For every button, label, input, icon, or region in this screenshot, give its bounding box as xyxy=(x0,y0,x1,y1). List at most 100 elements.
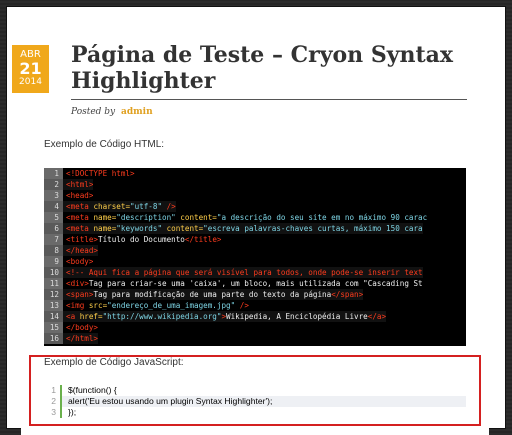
line-number: 12 xyxy=(44,289,63,300)
line-number: 16 xyxy=(44,333,63,344)
code-token: "endereço_de_uma_imagem.jpg" xyxy=(107,301,236,310)
code-text: <html> xyxy=(63,179,94,190)
posted-by-label: Posted by xyxy=(71,107,116,117)
code-token: /> xyxy=(235,301,249,310)
code-line: 12 <span>Tag para modificação de uma part… xyxy=(44,289,466,300)
code-token: "description" xyxy=(116,213,176,222)
code-token: </body> xyxy=(66,323,99,332)
code-token: <meta xyxy=(66,202,94,211)
code-token: content= xyxy=(175,213,217,222)
code-token: Tag para criar-se uma 'caixa', um bloco,… xyxy=(88,279,423,288)
code-text: <meta charset="utf-8" /> xyxy=(63,201,176,212)
code-text: <div>Tag para criar-se uma 'caixa', um b… xyxy=(63,278,423,289)
line-number: 6 xyxy=(44,223,63,234)
code-line: 14 <a href="http://www.wikipedia.org">Wik… xyxy=(44,311,466,322)
js-code-block: 1 $(function() {2 alert('Eu estou usando u… xyxy=(44,385,466,421)
line-number: 3 xyxy=(44,407,62,418)
date-day: 21 xyxy=(19,59,42,78)
code-token: /> xyxy=(162,202,176,211)
post-meta: Posted by admin xyxy=(71,107,153,117)
js-code-text: }); xyxy=(68,407,77,417)
line-number: 7 xyxy=(44,234,63,245)
code-line: 10 <!-- Aqui fica a página que será visív… xyxy=(44,267,466,278)
code-line: 15 </body> xyxy=(44,322,466,333)
code-text: <img src="endereço_de_uma_imagem.jpg" /> xyxy=(63,300,249,311)
line-number: 1 xyxy=(44,168,63,179)
line-number: 2 xyxy=(44,396,62,407)
code-line: 9 <body> xyxy=(44,256,466,267)
title-divider xyxy=(71,99,467,100)
date-badge: ABR 21 2014 xyxy=(12,45,49,93)
code-token: "http://www.wikipedia.org" xyxy=(102,312,222,321)
code-token: <img xyxy=(66,301,89,310)
code-token: Wikipedia, A Enciclopédia Livre xyxy=(226,312,368,321)
code-token: <a xyxy=(66,312,80,321)
code-token: "keywords" xyxy=(116,224,163,233)
js-code-line: 2 alert('Eu estou usando um plugin Syntax… xyxy=(44,396,466,407)
code-token: Tag para modificação de uma parte do tex… xyxy=(93,290,332,299)
code-text: </body> xyxy=(63,322,98,333)
code-line: 7 <title>Título do Documento</title> xyxy=(44,234,466,245)
code-line: 8 </head> xyxy=(44,245,466,256)
code-text: </head> xyxy=(63,245,99,256)
code-token: <!-- Aqui fica a página que será visível… xyxy=(66,268,423,277)
code-text: <!-- Aqui fica a página que será visível… xyxy=(63,267,423,278)
line-number: 1 xyxy=(44,385,62,396)
code-token: href= xyxy=(79,312,103,321)
post-title[interactable]: Página de Teste – Cryon Syntax Highlight… xyxy=(71,42,471,94)
code-token: "a descrição do seu site em no máximo 90… xyxy=(216,213,428,222)
code-text: <a href="http://www.wikipedia.org">Wikip… xyxy=(63,311,387,322)
line-number: 14 xyxy=(44,311,63,322)
code-line: 11 <div>Tag para criar-se uma 'caixa', um… xyxy=(44,278,466,289)
code-text: <body> xyxy=(63,256,93,267)
js-code-text: alert('Eu estou usando um plugin Syntax … xyxy=(62,396,466,407)
code-token: <span> xyxy=(66,290,94,299)
author-link[interactable]: admin xyxy=(121,107,153,117)
code-token: <head> xyxy=(66,191,94,200)
html-code-block: 1 <!DOCTYPE html> 2 <html> 3 <head> 4 <meta cha… xyxy=(44,168,466,346)
html-example-label: Exemplo de Código HTML: xyxy=(44,139,165,150)
code-text: <meta name="description" content="a desc… xyxy=(63,212,427,223)
code-line: 5 <meta name="description" content="a des… xyxy=(44,212,466,223)
code-token: name= xyxy=(93,213,117,222)
code-token: Título do Documento xyxy=(98,235,185,244)
code-token: </head> xyxy=(66,246,99,255)
line-number: 15 xyxy=(44,322,63,333)
code-line: 3 <head> xyxy=(44,190,466,201)
code-token: <div> xyxy=(66,279,89,288)
code-line: 4 <meta charset="utf-8" /> xyxy=(44,201,466,212)
code-text: <head> xyxy=(63,190,93,201)
code-token: <meta xyxy=(66,213,94,222)
js-code-text: $(function() { xyxy=(68,385,117,395)
code-token: <meta xyxy=(66,224,94,233)
js-example-label: Exemplo de Código JavaScript: xyxy=(44,357,184,368)
date-year: 2014 xyxy=(19,77,42,87)
code-token: <html> xyxy=(66,180,94,189)
line-number: 2 xyxy=(44,179,63,190)
line-number: 13 xyxy=(44,300,63,311)
line-number: 4 xyxy=(44,201,63,212)
code-line: 16 </html> xyxy=(44,333,466,344)
line-number: 5 xyxy=(44,212,63,223)
line-number: 10 xyxy=(44,267,63,278)
code-line: 1 <!DOCTYPE html> xyxy=(44,168,466,179)
code-text: <!DOCTYPE html> xyxy=(63,168,135,179)
code-token: </title> xyxy=(184,235,222,244)
code-token: name= xyxy=(93,224,117,233)
code-token: "utf-8" xyxy=(130,202,163,211)
code-line: 13 <img src="endereço_de_uma_imagem.jpg" … xyxy=(44,300,466,311)
line-number: 11 xyxy=(44,278,63,289)
code-token: <body> xyxy=(66,257,94,266)
code-token: content= xyxy=(162,224,204,233)
line-number: 8 xyxy=(44,245,63,256)
code-token: </html> xyxy=(66,334,99,343)
code-text: <span>Tag para modificação de uma parte … xyxy=(63,289,364,300)
line-number: 3 xyxy=(44,190,63,201)
code-token: </a> xyxy=(367,312,387,321)
code-token: <title> xyxy=(66,235,99,244)
line-number: 9 xyxy=(44,256,63,267)
js-code-line: 3}); xyxy=(44,407,466,418)
code-token: charset= xyxy=(93,202,131,211)
code-text: <meta name="keywords" content="escreva p… xyxy=(63,223,423,234)
code-line: 2 <html> xyxy=(44,179,466,190)
